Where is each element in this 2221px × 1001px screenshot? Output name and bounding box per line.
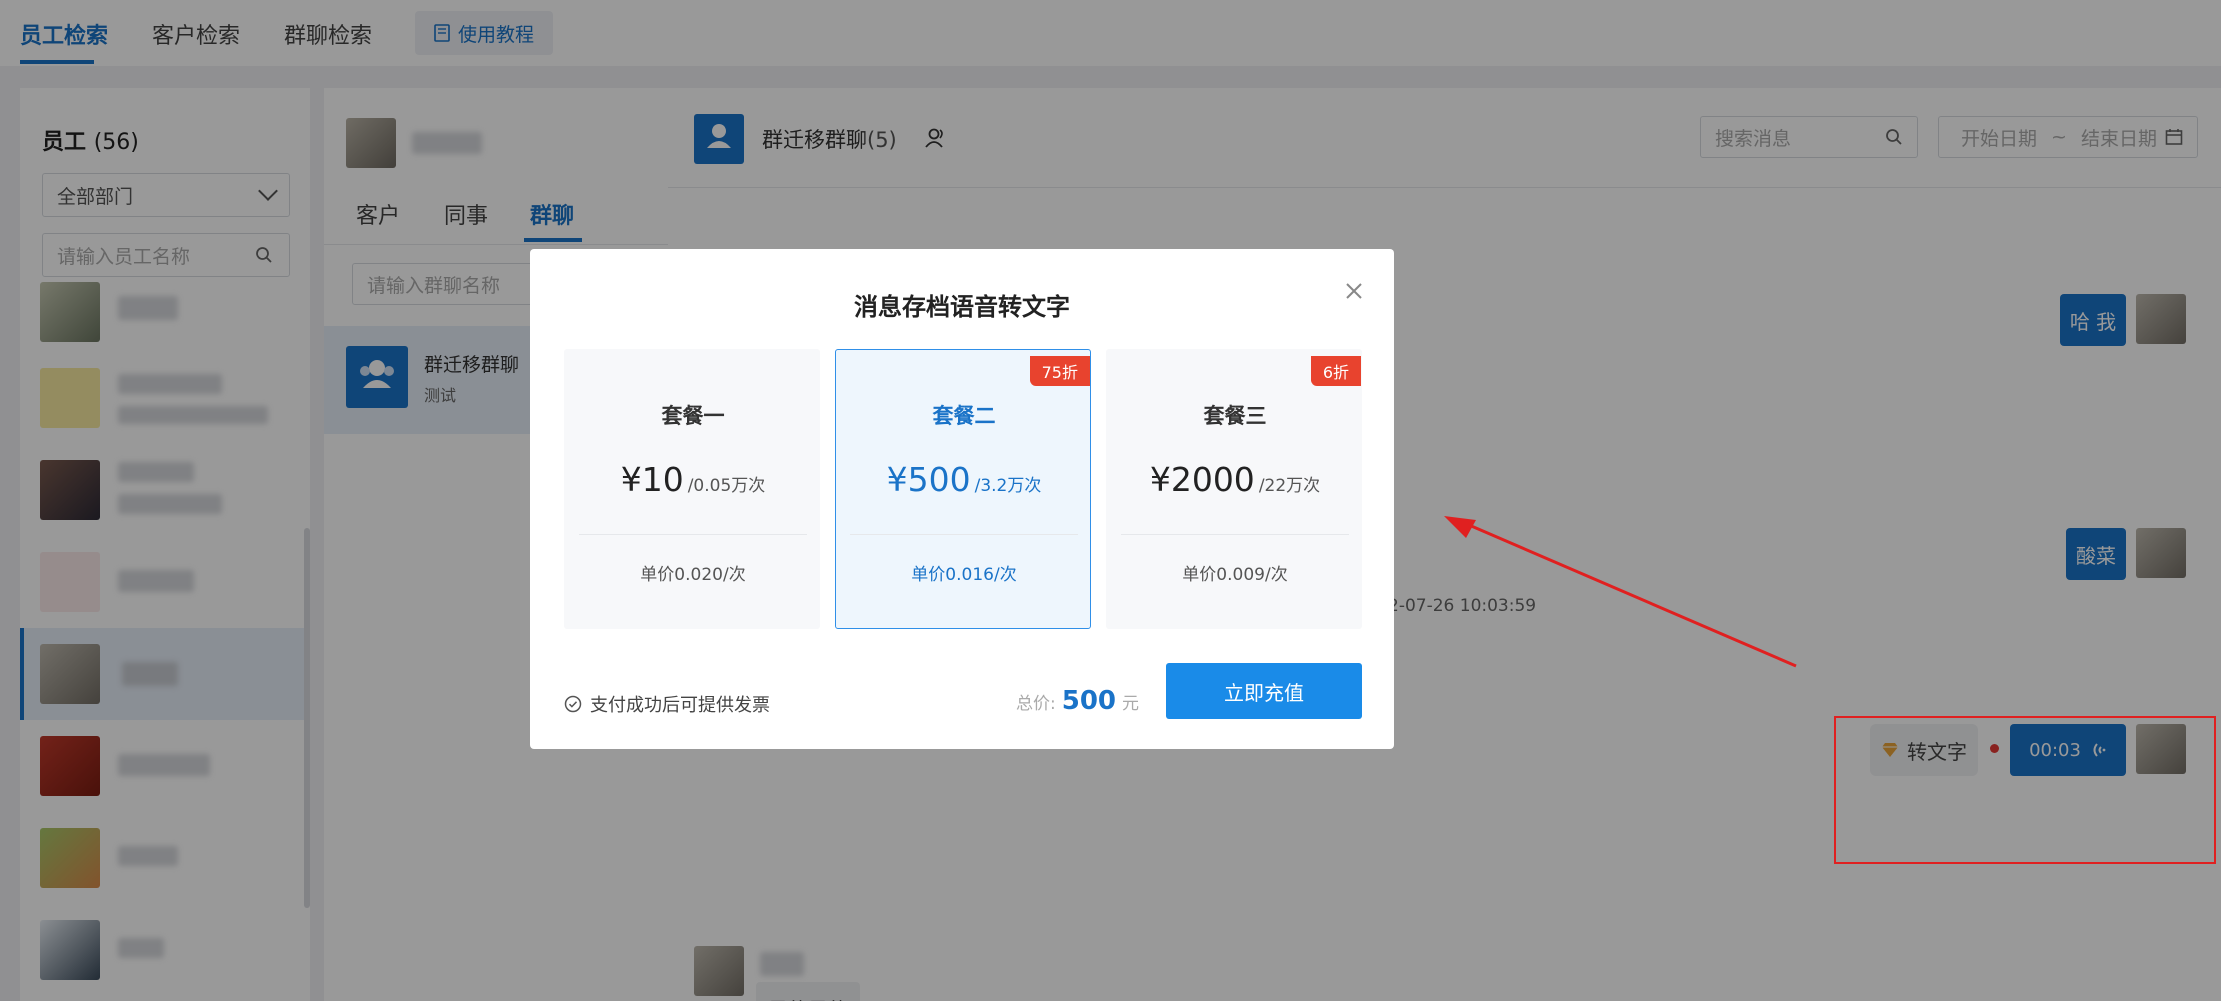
plan-name: 套餐三: [1203, 404, 1267, 428]
total-unit: 元: [1122, 694, 1140, 714]
divider: [850, 534, 1078, 535]
total-label: 总价:: [1016, 694, 1056, 714]
plan-unit-price: 单价0.009/次: [1182, 565, 1288, 585]
dialog-title: 消息存档语音转文字: [854, 293, 1070, 321]
plan-price: ¥500/3.2万次: [836, 460, 1092, 499]
close-icon[interactable]: [1338, 275, 1370, 307]
plan-price: ¥10/0.05万次: [565, 460, 821, 499]
plan-quota: /22万次: [1258, 476, 1321, 496]
check-circle-icon: [564, 695, 582, 713]
plan-price: ¥2000/22万次: [1107, 460, 1363, 499]
invoice-note-text: 支付成功后可提供发票: [590, 695, 770, 716]
plan-price-value: ¥10: [620, 460, 684, 499]
plan-card-2-selected[interactable]: 75折 套餐二 ¥500/3.2万次 单价0.016/次: [835, 349, 1091, 629]
divider: [1121, 534, 1349, 535]
voice-to-text-purchase-dialog: 消息存档语音转文字 套餐一 ¥10/0.05万次 单价0.020/次 75折 套…: [530, 249, 1394, 749]
plan-quota: /0.05万次: [687, 476, 766, 496]
plan-quota: /3.2万次: [974, 476, 1042, 496]
plan-card-1[interactable]: 套餐一 ¥10/0.05万次 单价0.020/次: [564, 349, 820, 629]
plan-card-3[interactable]: 6折 套餐三 ¥2000/22万次 单价0.009/次: [1106, 349, 1362, 629]
plan-price-value: ¥2000: [1149, 460, 1255, 499]
annotation-highlight-box: [1834, 716, 2216, 864]
recharge-button[interactable]: 立即充值: [1166, 663, 1362, 719]
total-price: 总价: 500 元: [1016, 686, 1139, 716]
discount-badge: 75折: [1029, 356, 1090, 386]
invoice-note: 支付成功后可提供发票: [564, 691, 770, 717]
discount-badge: 6折: [1310, 356, 1361, 386]
plan-price-value: ¥500: [886, 460, 971, 499]
plan-name: 套餐一: [661, 404, 725, 428]
plan-unit-price: 单价0.016/次: [911, 565, 1017, 585]
total-value: 500: [1061, 686, 1117, 716]
plan-name: 套餐二: [932, 404, 996, 428]
plan-unit-price: 单价0.020/次: [640, 565, 746, 585]
divider: [579, 534, 807, 535]
